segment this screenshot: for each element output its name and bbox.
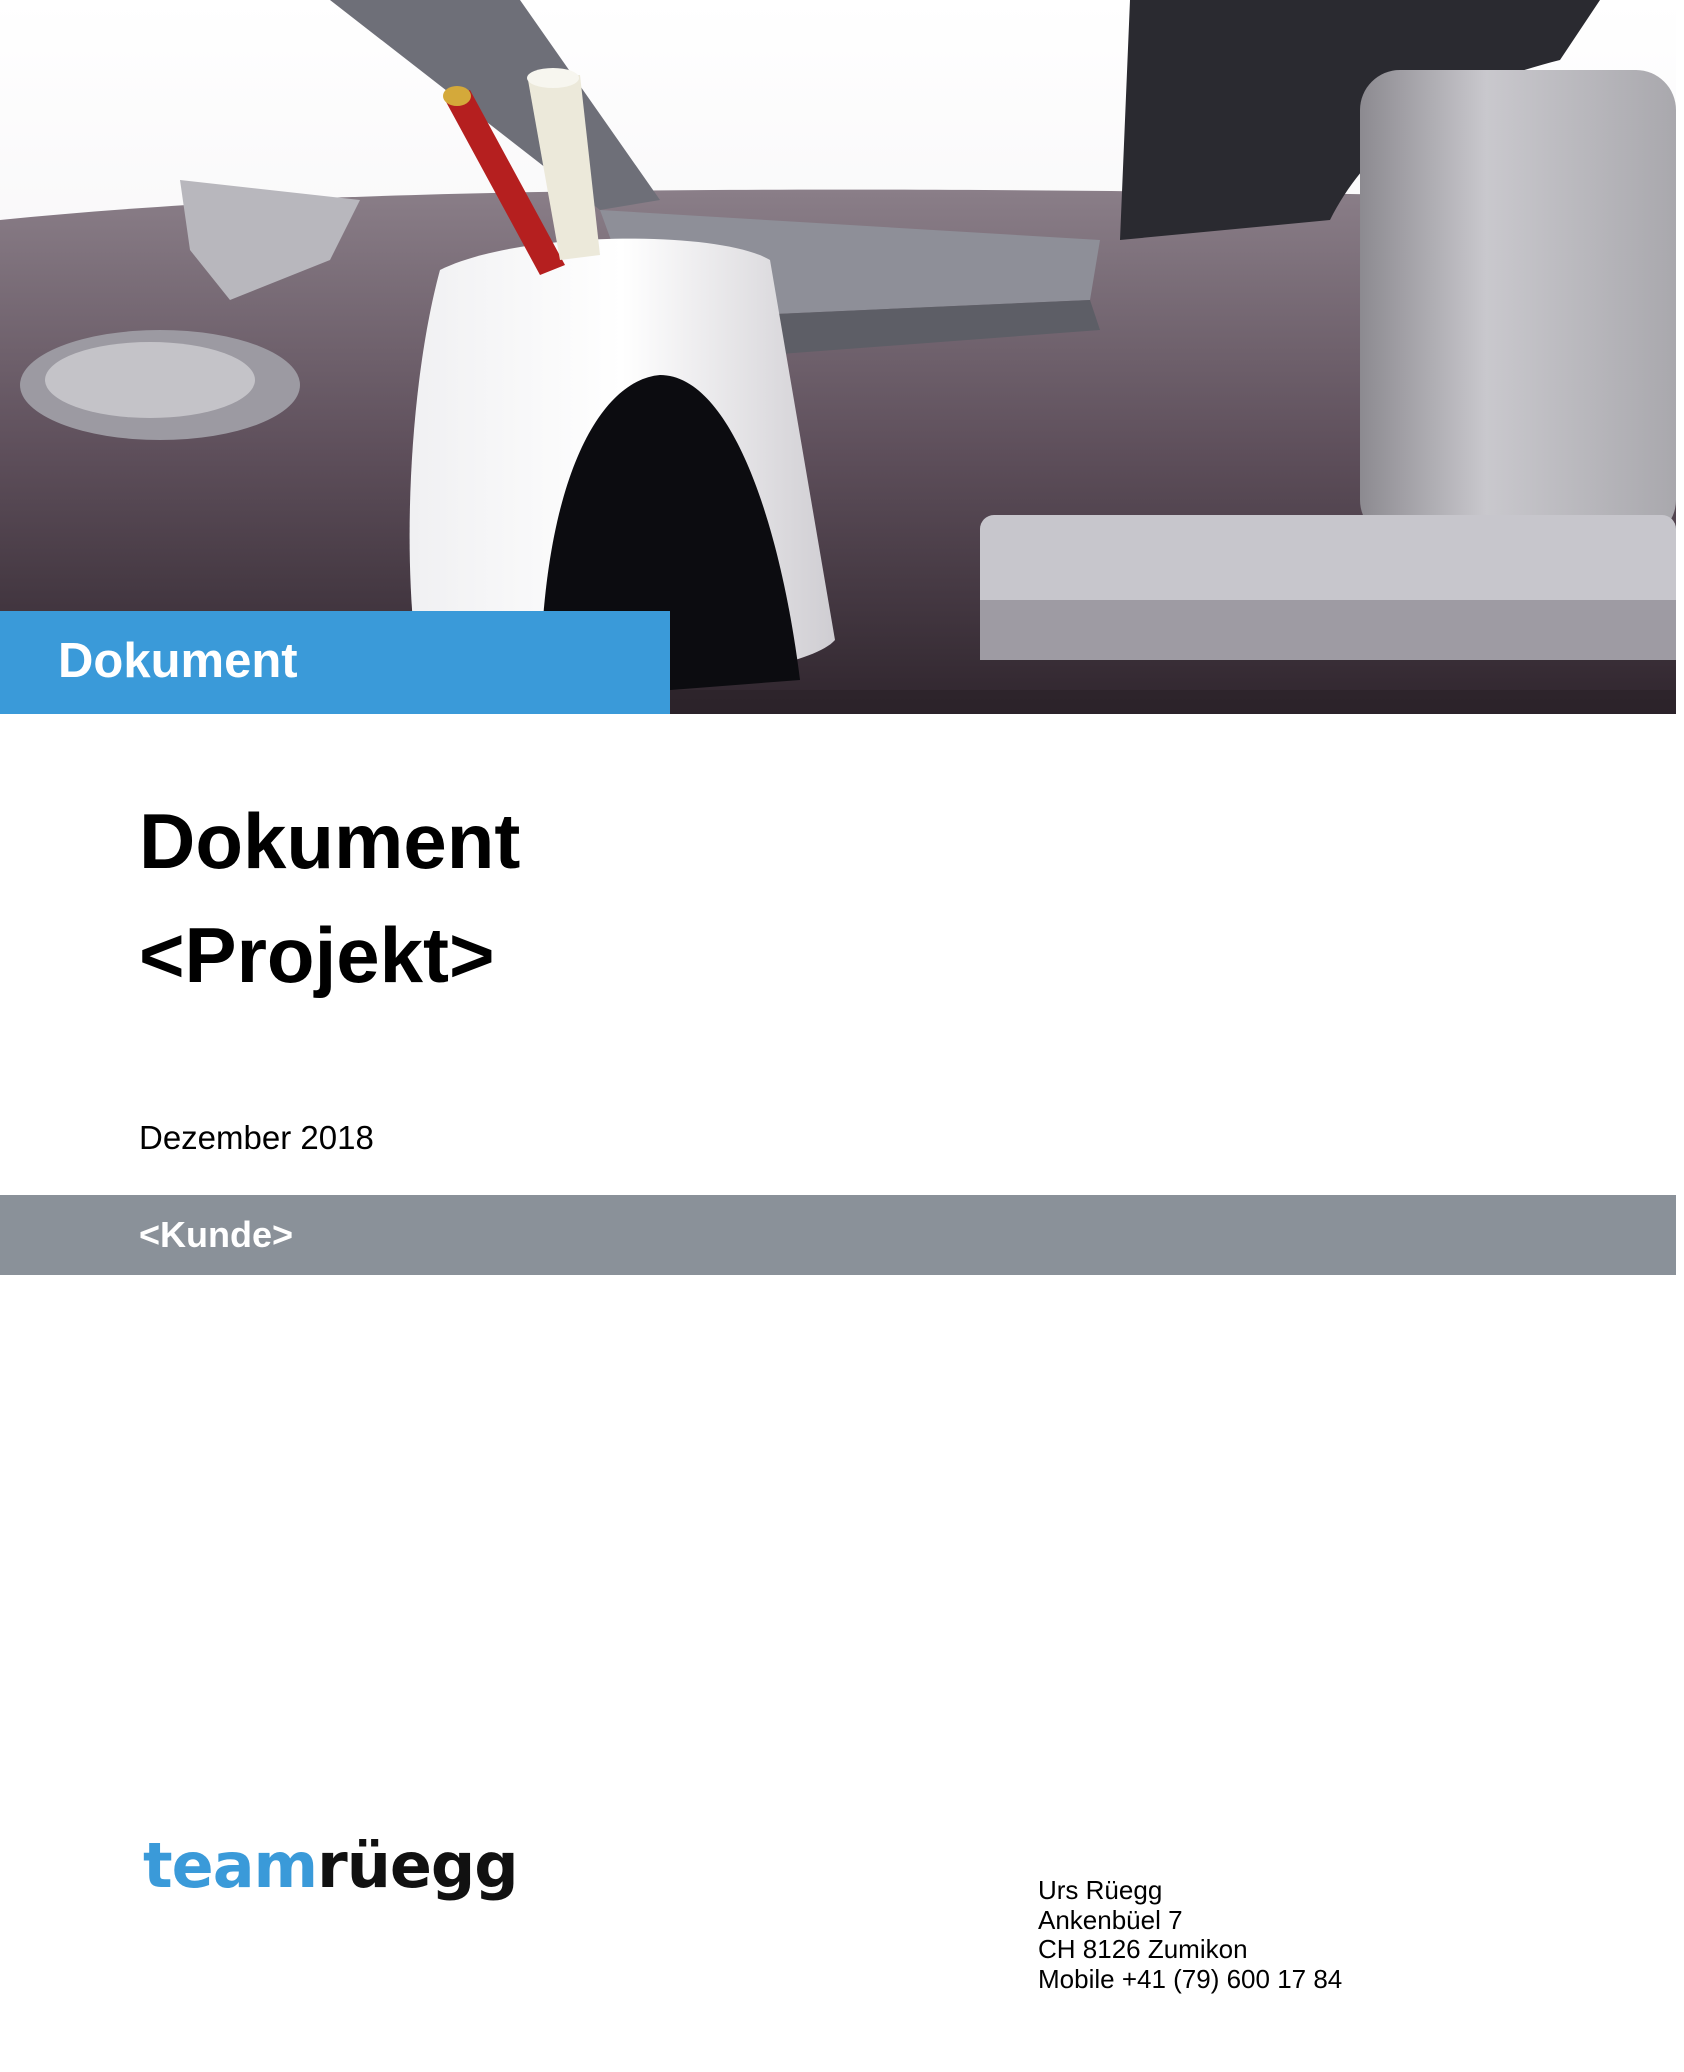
desk-photo xyxy=(0,0,1676,714)
client-band: <Kunde> xyxy=(0,1195,1676,1275)
document-title: Dokument <Projekt> xyxy=(139,784,520,1012)
address-name: Urs Rüegg xyxy=(1038,1875,1163,1905)
document-date: Dezember 2018 xyxy=(139,1119,374,1156)
address-street: Ankenbüel 7 xyxy=(1038,1904,1183,1935)
client-name: <Kunde> xyxy=(139,1214,294,1255)
hero-label: Dokument xyxy=(58,634,298,688)
title-line-2: <Projekt> xyxy=(139,911,495,999)
document-cover-page: Dokument Dokument <Projekt> Dezember 201… xyxy=(0,0,1684,2072)
logo-part-team: team xyxy=(143,1829,318,1902)
title-line-1: Dokument xyxy=(139,797,521,885)
company-logo: teamrüegg xyxy=(143,1828,519,1904)
contact-address: Urs Rüegg Ankenbüel 7 CH 8126 Zumikon Mo… xyxy=(1038,1875,1343,1994)
address-phone: Mobile +41 (79) 600 17 84 xyxy=(1038,1963,1343,1994)
logo-part-name: rüegg xyxy=(317,1829,519,1902)
hero-image: Dokument xyxy=(0,0,1676,714)
address-city: CH 8126 Zumikon xyxy=(1038,1934,1248,1964)
hero-label-band: Dokument xyxy=(0,611,670,714)
